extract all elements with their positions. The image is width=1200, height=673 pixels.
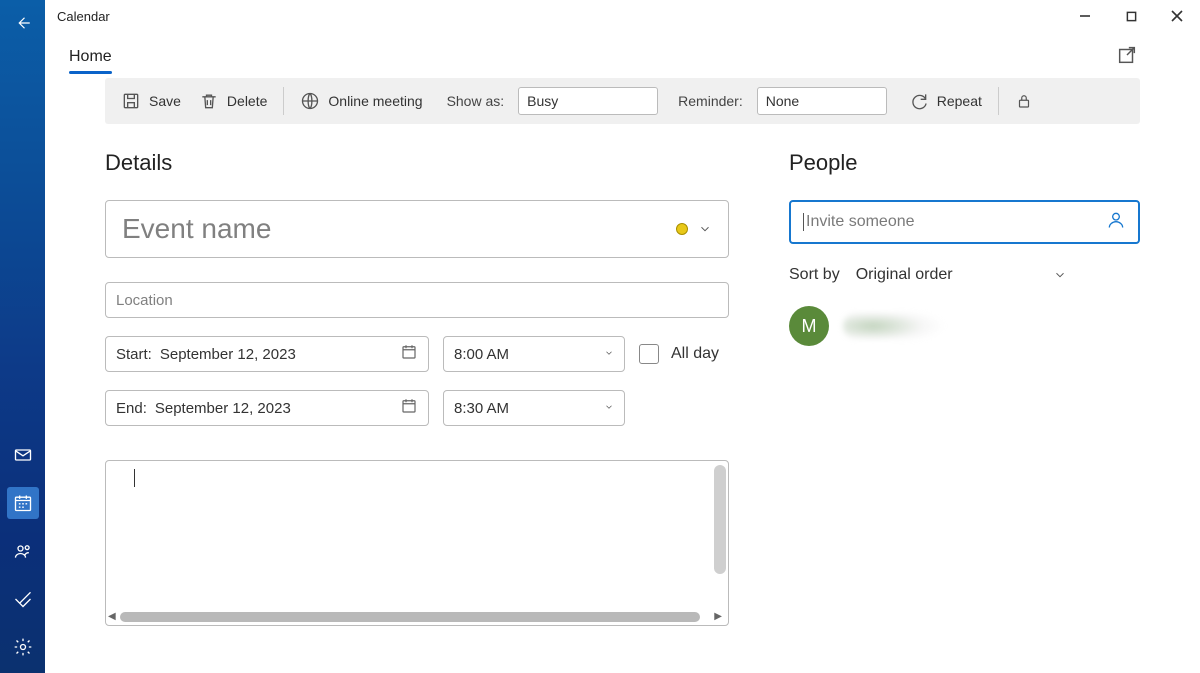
window-minimize[interactable] [1062,0,1108,32]
scroll-right-icon[interactable]: ▶ [714,611,722,622]
start-date-picker[interactable] [400,343,418,365]
attendee-name-redacted [843,313,993,339]
people-icon [13,541,33,561]
window-title: Calendar [57,9,110,24]
calendar-icon [400,343,418,361]
delete-button[interactable]: Delete [197,87,269,115]
chevron-down-icon [604,348,614,358]
window-close[interactable] [1154,0,1200,32]
people-panel: People Sort by Original order [789,150,1140,626]
chevron-down-icon [698,222,712,236]
add-contact-button[interactable] [1106,210,1126,235]
end-time-value: 8:30 AM [454,400,509,417]
online-meeting-button[interactable]: Online meeting [298,87,424,115]
start-date-value: September 12, 2023 [160,346,296,363]
text-cursor [803,213,804,231]
nav-mail[interactable] [7,439,39,471]
vertical-scrollbar[interactable] [714,465,726,605]
attendee-row[interactable]: M [789,306,1140,346]
scroll-left-icon[interactable]: ◀ [108,611,116,622]
save-icon [121,91,141,111]
gear-icon [13,637,33,657]
sort-value: Original order [856,266,953,284]
open-external-icon [1116,44,1138,66]
scrollbar-thumb[interactable] [714,465,726,574]
trash-icon [199,91,219,111]
all-day-label: All day [671,345,719,363]
globe-icon [300,91,320,111]
save-label: Save [149,93,181,109]
reminder-combo[interactable]: None [757,87,887,115]
calendar-color-dot [676,223,688,235]
arrow-left-icon [14,14,32,32]
end-date-value: September 12, 2023 [155,400,291,417]
start-time-value: 8:00 AM [454,346,509,363]
sort-by-label: Sort by [789,266,840,284]
event-toolbar: Save Delete Online meeting Show as: Busy… [105,78,1140,124]
start-time-field[interactable]: 8:00 AM [443,336,625,372]
scrollbar-thumb[interactable] [120,612,700,622]
check-icon [13,589,33,609]
description-field[interactable]: ◀ ▶ [105,460,729,626]
location-field[interactable] [105,282,729,318]
nav-people[interactable] [7,535,39,567]
repeat-button[interactable]: Repeat [907,87,984,115]
event-name-input[interactable] [122,213,666,245]
nav-settings[interactable] [7,631,39,663]
lock-icon [1015,92,1033,110]
start-date-field[interactable]: Start: September 12, 2023 [105,336,429,372]
tab-row: Home [45,32,1200,72]
app-sidebar [0,0,45,673]
maximize-icon [1126,11,1137,22]
reminder-value: None [766,93,799,109]
online-meeting-label: Online meeting [328,93,422,109]
start-label: Start: [116,346,152,363]
repeat-label: Repeat [937,93,982,109]
show-as-label: Show as: [447,93,505,109]
people-heading: People [789,150,1140,176]
end-time-field[interactable]: 8:30 AM [443,390,625,426]
details-heading: Details [105,150,729,176]
invite-input[interactable] [806,213,1106,231]
toolbar-divider-2 [998,87,999,115]
mail-icon [13,445,33,465]
window-maximize[interactable] [1108,0,1154,32]
invite-field[interactable] [789,200,1140,244]
details-panel: Details Start: Septem [105,150,729,626]
nav-todo[interactable] [7,583,39,615]
show-as-value: Busy [527,93,558,109]
chevron-down-icon [1053,268,1067,282]
close-icon [1171,10,1183,22]
location-input[interactable] [116,292,718,309]
all-day-checkbox[interactable] [639,344,659,364]
minimize-icon [1079,10,1091,22]
reminder-label: Reminder: [678,93,743,109]
save-button[interactable]: Save [119,87,183,115]
tab-home[interactable]: Home [63,48,118,72]
show-as-combo[interactable]: Busy [518,87,658,115]
nav-calendar[interactable] [7,487,39,519]
delete-label: Delete [227,93,267,109]
avatar: M [789,306,829,346]
chevron-down-icon [604,402,614,412]
start-time-dropdown[interactable] [604,348,614,361]
person-icon [1106,210,1126,230]
title-bar: Calendar [45,0,1200,32]
calendar-icon [13,493,33,513]
end-label: End: [116,400,147,417]
calendar-picker-button[interactable] [698,222,712,236]
repeat-icon [909,91,929,111]
sort-dropdown[interactable]: Original order [856,266,1067,284]
toolbar-divider [283,87,284,115]
horizontal-scrollbar[interactable]: ◀ ▶ [112,612,708,622]
back-button[interactable] [8,8,38,38]
private-button[interactable] [1013,88,1035,114]
end-time-dropdown[interactable] [604,402,614,415]
calendar-icon [400,397,418,415]
event-name-field[interactable] [105,200,729,258]
end-date-field[interactable]: End: September 12, 2023 [105,390,429,426]
text-cursor [134,469,135,487]
end-date-picker[interactable] [400,397,418,419]
open-external-button[interactable] [1114,42,1140,68]
